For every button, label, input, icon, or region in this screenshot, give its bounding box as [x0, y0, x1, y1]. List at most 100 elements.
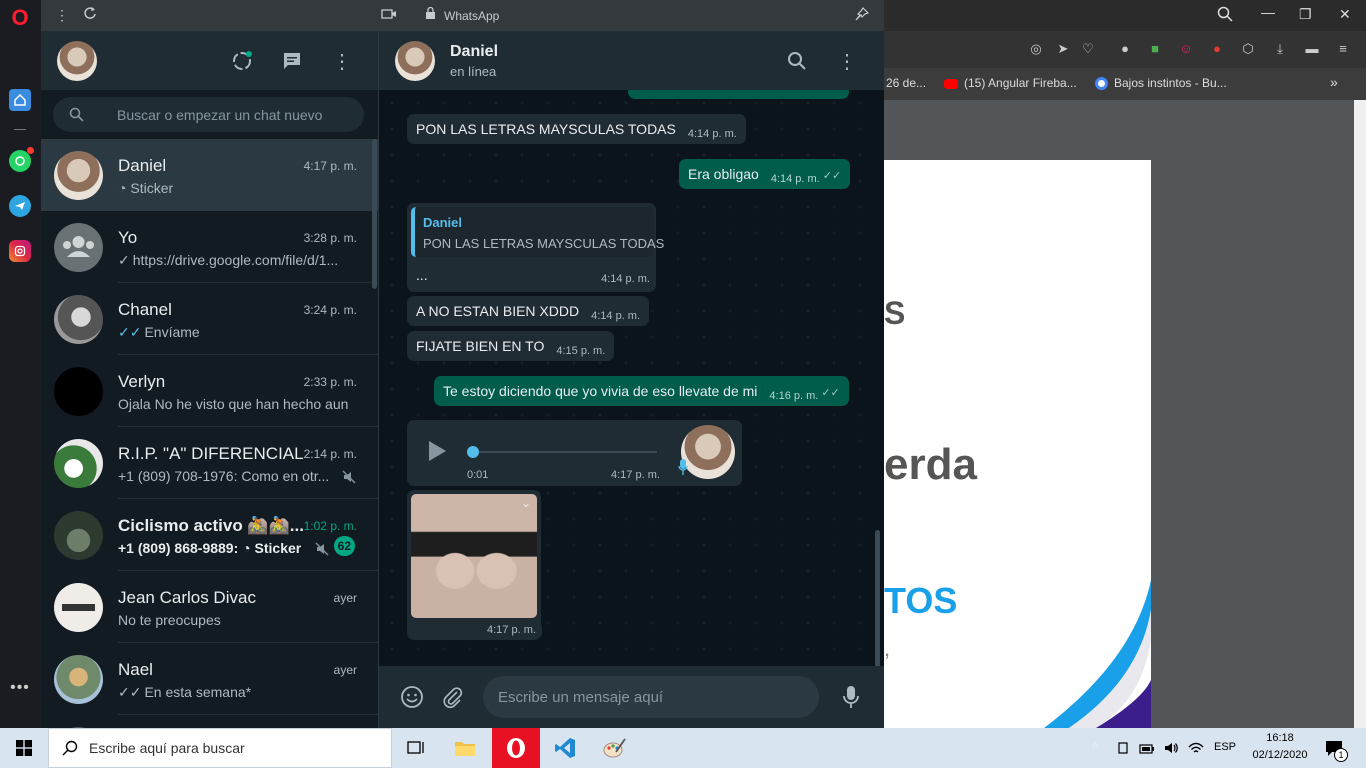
- menu-icon[interactable]: ⋮: [834, 48, 860, 74]
- bookmark-item[interactable]: (15) Angular Fireba...: [944, 76, 1077, 90]
- message-text: PON LAS LETRAS MAYSCULAS TODAS: [416, 121, 676, 137]
- my-avatar[interactable]: [57, 41, 97, 81]
- chat-time: 3:24 p. m.: [303, 303, 357, 317]
- volume-icon[interactable]: [1163, 740, 1179, 761]
- message-input[interactable]: [483, 676, 819, 718]
- wifi-icon[interactable]: [1188, 741, 1204, 760]
- message-time: 4:17 p. m.: [481, 622, 542, 638]
- taskbar-search-input[interactable]: [89, 729, 379, 767]
- menu-dots-icon[interactable]: ⋮: [55, 7, 69, 24]
- image-thumbnail[interactable]: [411, 494, 537, 618]
- search-icon[interactable]: [784, 48, 810, 74]
- chat-item-daniel[interactable]: Daniel 4:17 p. m. ◔ Sticker: [41, 139, 378, 211]
- close-icon[interactable]: ✕: [1339, 6, 1351, 23]
- quoted-message[interactable]: Daniel PON LAS LETRAS MAYSCULAS TODAS: [411, 207, 664, 257]
- google-icon: [1095, 77, 1108, 91]
- vscode-icon[interactable]: [541, 728, 589, 768]
- clock-time[interactable]: 16:18: [1250, 732, 1310, 744]
- status-icon[interactable]: [229, 48, 255, 74]
- compose-bar: [379, 666, 884, 728]
- reload-icon[interactable]: [83, 6, 97, 23]
- vpn-icon[interactable]: ●: [1118, 42, 1132, 56]
- more-options-icon[interactable]: •••: [9, 677, 31, 699]
- new-chat-icon[interactable]: [279, 48, 305, 74]
- conversation-header[interactable]: Daniel en línea ⋮: [379, 31, 884, 90]
- emoji-icon[interactable]: [399, 684, 425, 710]
- chevron-right-icon[interactable]: »: [1330, 74, 1338, 90]
- language-indicator[interactable]: ESP: [1214, 741, 1236, 753]
- chat-item-jean-carlos[interactable]: Jean Carlos Divac ayer No te preocupes: [41, 571, 378, 643]
- minimize-icon[interactable]: —: [1261, 4, 1275, 20]
- chat-list-scrollbar[interactable]: [372, 139, 377, 289]
- play-icon[interactable]: [427, 440, 447, 465]
- message-time: 4:14 p. m.: [591, 310, 641, 322]
- send-icon[interactable]: ➤: [1056, 42, 1070, 56]
- chat-preview: ✓✓ Envíame: [118, 324, 350, 341]
- heart-icon[interactable]: ♡: [1081, 42, 1095, 56]
- bookmark-label: (15) Angular Fireba...: [964, 76, 1077, 90]
- message-bubble-in[interactable]: A NO ESTAN BIEN XDDD 4:14 p. m.: [407, 296, 650, 326]
- home-icon[interactable]: [9, 89, 31, 111]
- battery-icon[interactable]: [1139, 742, 1155, 760]
- sent-tick-icon: ✓: [118, 252, 130, 268]
- search-icon[interactable]: [1217, 6, 1233, 25]
- file-explorer-icon[interactable]: [441, 728, 489, 768]
- extension-cube-icon[interactable]: ■: [1148, 42, 1162, 56]
- message-time: 4:14 p. m.: [770, 173, 820, 185]
- chat-item-chanel[interactable]: Chanel 3:24 p. m. ✓✓ Envíame: [41, 283, 378, 355]
- box-icon[interactable]: ⬡: [1241, 42, 1255, 56]
- menu-icon[interactable]: ≡: [1336, 42, 1350, 56]
- chat-item-ciclismo-activo[interactable]: Ciclismo activo 🚵🚵... 1:02 p. m. +1 (809…: [41, 499, 378, 571]
- message-bubble-partial[interactable]: [628, 90, 849, 99]
- muted-icon: [342, 470, 356, 484]
- chat-item-partial[interactable]: [41, 715, 378, 728]
- voice-message[interactable]: 0:01 4:17 p. m.: [407, 420, 742, 486]
- chat-item-yo[interactable]: Yo 3:28 p. m. ✓ https://drive.google.com/…: [41, 211, 378, 283]
- camera-icon[interactable]: ◎: [1029, 42, 1043, 56]
- paint-icon[interactable]: [590, 728, 638, 768]
- menu-icon[interactable]: ⋮: [329, 48, 355, 74]
- microphone-icon[interactable]: [838, 684, 864, 710]
- message-bubble-out[interactable]: Era obligao 4:14 p. m. ✓✓: [679, 159, 851, 189]
- message-bubble-in[interactable]: PON LAS LETRAS MAYSCULAS TODAS 4:14 p. m.: [407, 114, 746, 144]
- chat-preview-text: Envíame: [144, 324, 200, 340]
- pin-icon[interactable]: [855, 7, 870, 24]
- instagram-icon[interactable]: [9, 240, 31, 262]
- audio-progress-knob[interactable]: [467, 446, 479, 458]
- chat-item-nael[interactable]: Nael ayer ✓✓ En esta semana*: [41, 643, 378, 715]
- message-bubble-out[interactable]: Te estoy diciendo que yo vivia de eso ll…: [434, 376, 849, 406]
- message-bubble-reply[interactable]: Daniel PON LAS LETRAS MAYSCULAS TODAS ..…: [407, 203, 664, 292]
- message-time: 4:17 p. m.: [611, 469, 660, 481]
- extension-santa-icon[interactable]: ●: [1210, 42, 1224, 56]
- download-icon[interactable]: ⤓: [1273, 42, 1287, 56]
- telegram-icon[interactable]: [9, 195, 31, 217]
- extension-face-icon[interactable]: ☺: [1179, 42, 1193, 56]
- opera-taskbar-icon[interactable]: [492, 728, 540, 768]
- read-tick-icon: ✓✓: [118, 324, 142, 340]
- bookmark-item[interactable]: Bajos instintos - Bu...: [1095, 76, 1227, 91]
- whatsapp-icon[interactable]: [9, 147, 34, 172]
- opera-logo-icon[interactable]: O: [9, 5, 31, 30]
- bookmark-item[interactable]: 26 de...: [886, 76, 926, 90]
- document-scrollbar[interactable]: [1354, 100, 1366, 728]
- restore-icon[interactable]: ❐: [1299, 6, 1312, 23]
- audio-progress-track[interactable]: [467, 451, 657, 453]
- task-view-icon[interactable]: [392, 728, 440, 768]
- chat-item-rip-diferencial[interactable]: R.I.P. "A" DIFERENCIAL 2:14 p. m. +1 (80…: [41, 427, 378, 499]
- message-scrollbar[interactable]: [875, 530, 880, 666]
- browser-toolbar: ◎ ➤ ♡ ● ■ ☺ ● ⬡ ⤓ ▬ ≡: [884, 31, 1366, 68]
- windows-start-icon[interactable]: [16, 740, 32, 761]
- tray-network-adapter-icon[interactable]: [1116, 741, 1130, 760]
- search-input[interactable]: [117, 97, 357, 132]
- battery-saver-icon[interactable]: ▬: [1305, 42, 1319, 56]
- chat-item-verlyn[interactable]: Verlyn 2:33 p. m. Ojala No he visto que …: [41, 355, 378, 427]
- attach-icon[interactable]: [440, 684, 466, 710]
- contact-avatar[interactable]: [395, 41, 435, 81]
- image-message[interactable]: ⌄: [407, 490, 541, 640]
- video-camera-icon[interactable]: [381, 8, 397, 23]
- lock-icon: [425, 6, 436, 23]
- tray-chevron-up-icon[interactable]: ^: [1092, 740, 1098, 755]
- clock-date[interactable]: 02/12/2020: [1247, 749, 1313, 761]
- chevron-down-icon[interactable]: ⌄: [521, 496, 531, 510]
- message-bubble-in[interactable]: FIJATE BIEN EN TO 4:15 p. m.: [407, 331, 615, 361]
